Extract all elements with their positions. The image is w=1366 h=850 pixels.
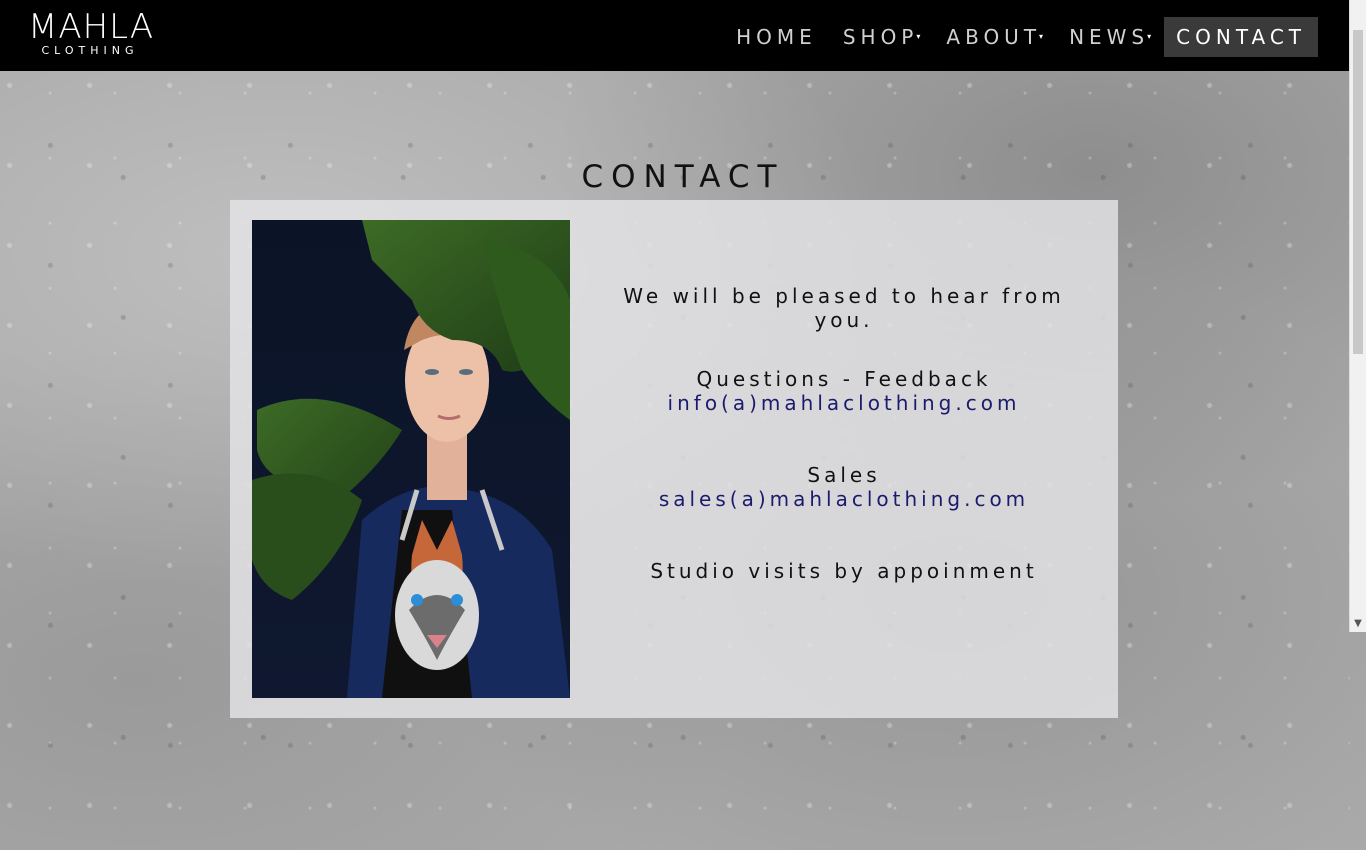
sales-email-link[interactable]: sales(a)mahlaclothing.com [659,487,1029,511]
nav-contact[interactable]: CONTACT [1164,17,1318,57]
nav-home[interactable]: HOME [723,17,830,57]
chevron-down-icon: ▾ [1147,32,1152,41]
brand-logo[interactable]: MAHLA CLOTHING [28,7,155,62]
nav-home-label: HOME [736,25,817,49]
chevron-down-icon: ▾ [916,32,921,41]
contact-intro: We will be pleased to hear from you. [623,284,1065,332]
nav-news[interactable]: NEWS ▾ [1056,17,1164,57]
main-nav: HOME SHOP ▾ ABOUT ▾ NEWS ▾ CONTACT [723,17,1318,57]
nav-about-label: ABOUT [946,25,1042,49]
model-photo [252,220,570,698]
logo-wordmark: MAHLA [28,7,155,47]
logo-subtitle: CLOTHING [41,44,139,57]
page-title: CONTACT [581,158,785,195]
page-scrollbar[interactable]: ▼ [1349,0,1366,632]
questions-label: Questions - Feedback [696,367,992,391]
questions-email-link[interactable]: info(a)mahlaclothing.com [668,391,1021,415]
nav-contact-label: CONTACT [1176,25,1306,49]
nav-news-label: NEWS [1069,25,1150,49]
sales-label: Sales [807,463,881,487]
contact-text: We will be pleased to hear from you. Que… [590,200,1098,718]
nav-shop[interactable]: SHOP ▾ [830,17,934,57]
contact-panel: We will be pleased to hear from you. Que… [230,200,1118,718]
site-header: MAHLA CLOTHING HOME SHOP ▾ ABOUT ▾ NEWS … [0,0,1350,71]
studio-visits-note: Studio visits by appoinment [650,559,1038,583]
nav-about[interactable]: ABOUT ▾ [933,17,1056,57]
nav-shop-label: SHOP [842,25,919,49]
scroll-down-arrow-icon[interactable]: ▼ [1350,616,1366,632]
chevron-down-icon: ▾ [1039,32,1044,41]
